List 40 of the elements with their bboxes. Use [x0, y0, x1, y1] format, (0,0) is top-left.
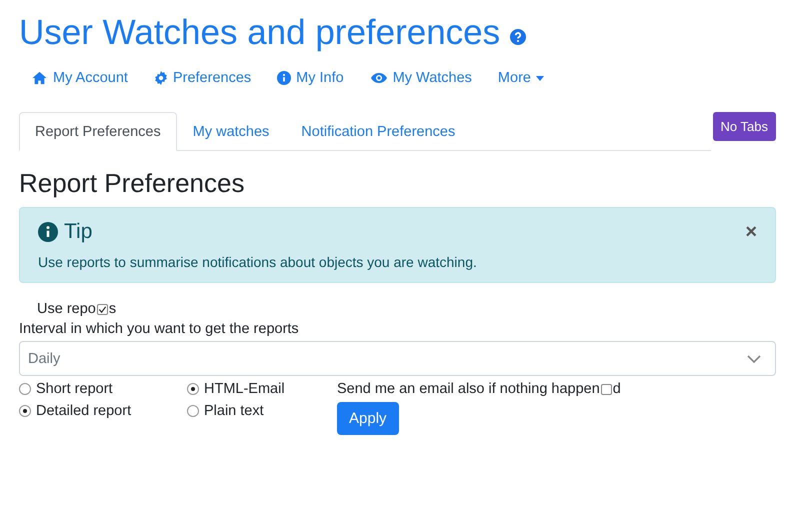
section-heading: Report Preferences: [19, 167, 246, 199]
radio-label: Detailed report: [36, 403, 132, 419]
no-tabs-button[interactable]: No Tabs: [712, 112, 776, 141]
interval-select[interactable]: Daily: [19, 341, 776, 376]
page-title: User Watches and preferences: [19, 12, 500, 54]
info-icon: [38, 222, 58, 242]
nav-link[interactable]: More: [496, 64, 556, 92]
info-icon: [277, 71, 292, 85]
checkbox-label: s: [108, 301, 116, 317]
checkbox[interactable]: [96, 304, 108, 314]
close-button[interactable]: ×: [745, 222, 757, 242]
radio-button[interactable]: [187, 405, 199, 417]
nav-link[interactable]: Preferences: [152, 64, 264, 92]
eye-icon: [370, 72, 388, 84]
checkbox-label: Send me an email also if nothing happen: [337, 381, 600, 397]
chevron-icon: [747, 354, 761, 362]
checkbox-label: d: [612, 381, 621, 397]
checkbox-label: Use repo: [37, 301, 96, 317]
tip-text: Use reports to summarise notifications about objects you are watching.: [38, 254, 478, 270]
radio-button[interactable]: [187, 383, 199, 395]
home-icon: [31, 71, 48, 85]
caret-icon: [536, 76, 544, 80]
tip-title: Tip: [64, 220, 94, 244]
tab[interactable]: My watches: [176, 112, 286, 151]
radio-label: HTML-Email: [204, 381, 285, 397]
settings-icon: [154, 71, 168, 85]
tab[interactable]: Notification Preferences: [285, 112, 472, 151]
apply-button[interactable]: Apply: [337, 402, 399, 435]
tab[interactable]: Report Preferences: [19, 112, 177, 151]
field-label: Interval in which you want to get the reports: [19, 321, 300, 337]
checkbox[interactable]: [600, 384, 612, 394]
radio-button[interactable]: [19, 383, 31, 395]
radio-button[interactable]: [19, 405, 31, 417]
radio-label: Plain text: [204, 403, 264, 419]
radio-label: Short report: [36, 381, 113, 397]
check-icon: [98, 304, 107, 314]
nav-link[interactable]: My Account: [29, 64, 140, 92]
nav-link[interactable]: My Watches: [368, 64, 484, 92]
help-icon[interactable]: [510, 29, 526, 45]
nav-link[interactable]: My Info: [275, 64, 356, 92]
